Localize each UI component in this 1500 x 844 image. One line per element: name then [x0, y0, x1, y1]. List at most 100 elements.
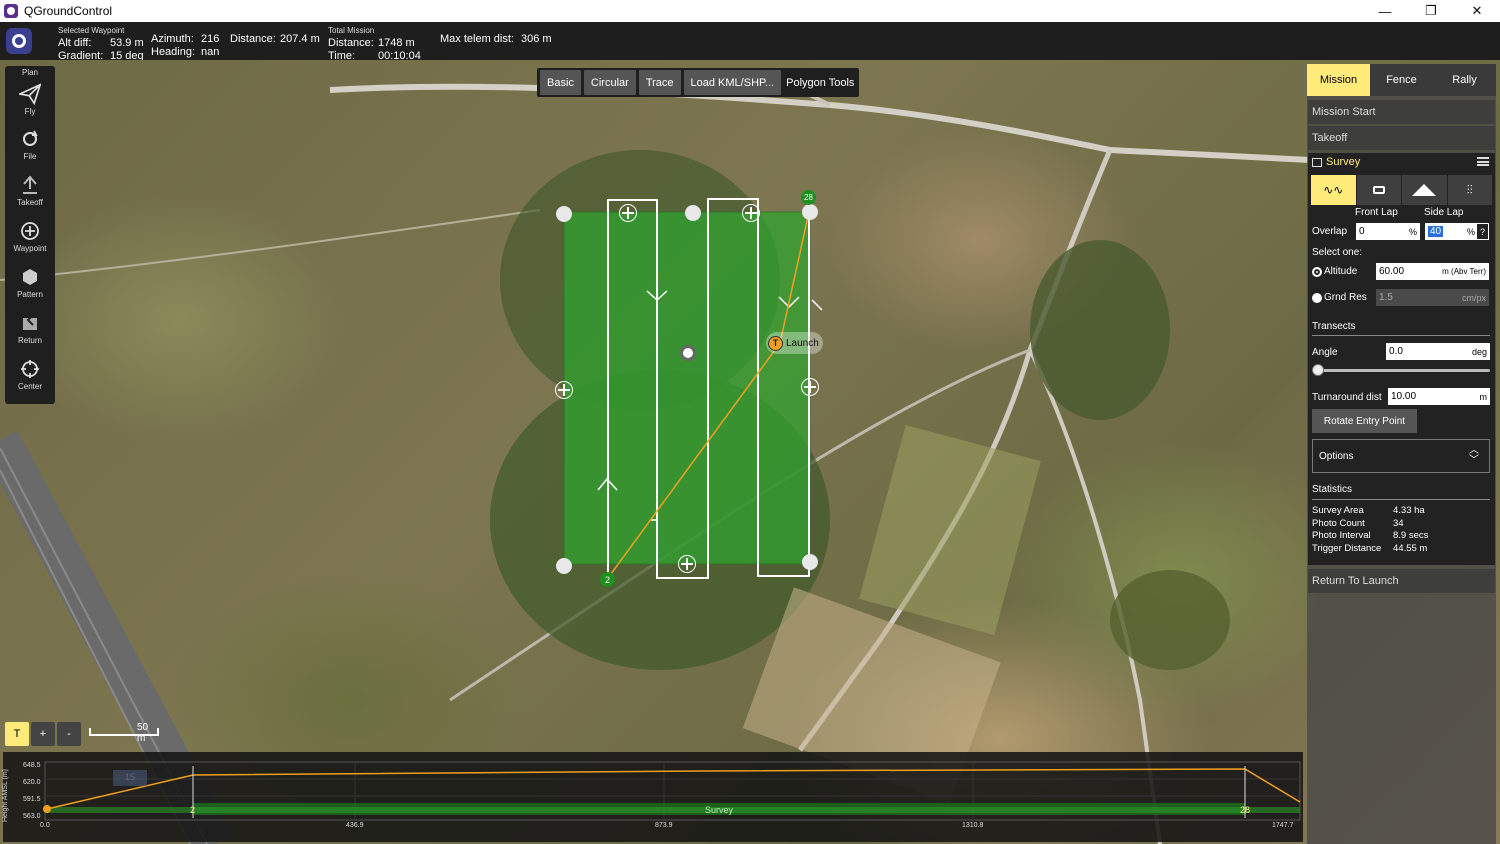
grnd-res-radio[interactable]: Grnd Res [1312, 292, 1367, 303]
camera-tab[interactable] [1356, 175, 1401, 205]
max-telem-label: Max telem dist: [440, 33, 514, 45]
elevation-wp-end: 28 [1240, 805, 1251, 815]
front-lap-input[interactable]: 0 % [1356, 223, 1420, 240]
launch-marker[interactable]: T Launch [766, 332, 823, 354]
tab-mission[interactable]: Mission [1307, 64, 1370, 96]
survey-item-editor: Survey ∿∿ ⫶⫶ Front Lap Side Lap Overlap … [1308, 153, 1495, 565]
close-button[interactable]: ✕ [1454, 0, 1500, 22]
mission-editor-panel: Mission Fence Rally Mission Start Takeof… [1307, 64, 1496, 844]
map-scale-bar: 50 m [89, 722, 159, 744]
crosshair-icon [19, 358, 41, 380]
map-view[interactable]: 2 28 T Launch 50 m [0, 60, 1500, 844]
basic-polygon-button[interactable]: Basic [540, 70, 581, 95]
edge-split-icon[interactable] [801, 378, 819, 396]
angle-input[interactable]: 0.0 deg [1386, 343, 1490, 360]
polygon-vertex-handle[interactable] [556, 206, 572, 222]
heading-value: nan [201, 46, 220, 58]
tab-rally[interactable]: Rally [1433, 64, 1496, 96]
terrain-toggle-button[interactable]: T [5, 722, 29, 746]
grnd-res-input[interactable]: 1.5 cm/px [1376, 289, 1489, 306]
edge-split-icon[interactable] [555, 381, 573, 399]
x-tick: 1310.8 [962, 822, 984, 829]
minimize-button[interactable]: — [1362, 0, 1408, 22]
select-one-label: Select one: [1312, 247, 1363, 258]
sliders-icon: ⫶⫶ [1466, 182, 1473, 197]
elevation-wp-start: 2 [190, 805, 196, 815]
polygon-vertex-handle[interactable] [556, 558, 572, 574]
statistics-divider [1312, 499, 1490, 500]
edge-split-icon[interactable] [619, 204, 637, 222]
side-lap-input[interactable]: 40 % ? [1425, 223, 1489, 240]
altitude-input[interactable]: 60.00 m (Abv Terr) [1376, 263, 1489, 280]
angle-label: Angle [1312, 347, 1338, 358]
help-button[interactable]: ? [1477, 224, 1488, 239]
pattern-icon [19, 266, 41, 288]
altitude-radio[interactable]: Altitude [1312, 266, 1357, 277]
tool-file[interactable]: File [5, 121, 55, 167]
tool-waypoint-label: Waypoint [13, 243, 47, 253]
options-dropdown[interactable]: Options ︿ ﹀ [1312, 439, 1490, 473]
azimuth-label: Azimuth: [151, 33, 194, 45]
transect-pattern-icon: ∿∿ [1323, 183, 1344, 197]
circular-polygon-button[interactable]: Circular [583, 70, 636, 95]
altitude-label: Altitude [1324, 266, 1358, 277]
transects-header: Transects [1312, 321, 1356, 332]
map-zoom-controls: T + - [5, 722, 81, 746]
tool-takeoff-label: Takeoff [17, 197, 43, 207]
survey-icon [1312, 157, 1322, 167]
polygon-vertex-handle[interactable] [802, 554, 818, 570]
tool-fly[interactable]: Fly [5, 77, 55, 121]
map-roads [0, 68, 1311, 844]
edge-split-icon[interactable] [742, 204, 760, 222]
waypoint-end-marker[interactable]: 28 [801, 190, 816, 205]
grid-tab[interactable]: ∿∿ [1311, 175, 1356, 205]
return-to-launch-item[interactable]: Return To Launch [1308, 569, 1495, 593]
hamburger-menu-icon[interactable] [1477, 157, 1489, 166]
tab-fence[interactable]: Fence [1370, 64, 1433, 96]
tool-waypoint[interactable]: Waypoint [5, 213, 55, 259]
settings-tab[interactable]: ⫶⫶ [1447, 175, 1492, 205]
turnaround-input[interactable]: 10.00 m [1388, 388, 1490, 405]
overlap-label: Overlap [1312, 226, 1348, 237]
tool-return-label: Return [17, 335, 42, 345]
tool-pattern[interactable]: Pattern [5, 259, 55, 305]
edge-split-icon[interactable] [678, 555, 696, 573]
terrain-tab[interactable] [1402, 175, 1447, 205]
load-kml-button[interactable]: Load KML/SHP... [683, 70, 782, 95]
distance-value: 207.4 m [280, 33, 320, 45]
survey-header[interactable]: Survey [1308, 153, 1495, 171]
tool-return[interactable]: Return [5, 305, 55, 351]
stat-value: 44.55 m [1393, 542, 1428, 554]
zoom-in-button[interactable]: + [31, 722, 55, 746]
qgc-app-icon [4, 4, 18, 18]
x-tick: 436.9 [346, 822, 364, 829]
turnaround-label: Turnaround dist [1312, 392, 1382, 403]
mission-start-item[interactable]: Mission Start [1308, 100, 1495, 124]
takeoff-item[interactable]: Takeoff [1308, 126, 1495, 150]
terrain-profile[interactable]: Height AMSL (m) 648.5 620.0 591.5 563.0 … [2, 752, 1303, 842]
window-title: QGroundControl [24, 4, 113, 18]
qgc-logo-icon[interactable] [6, 28, 32, 54]
polygon-vertex-handle[interactable] [802, 204, 818, 220]
tool-takeoff[interactable]: Takeoff [5, 167, 55, 213]
trace-polygon-button[interactable]: Trace [638, 70, 681, 95]
rotate-entry-point-button[interactable]: Rotate Entry Point [1312, 409, 1417, 433]
angle-slider[interactable] [1312, 363, 1490, 377]
angle-slider-handle[interactable] [1312, 364, 1324, 376]
takeoff-icon [19, 174, 41, 196]
polygon-center-drag-icon[interactable] [680, 345, 696, 361]
front-lap-value: 0 [1359, 226, 1365, 237]
mountain-icon [1412, 184, 1437, 196]
waypoint-start-marker[interactable]: 2 [600, 572, 615, 587]
azimuth-stats: Azimuth: 216 Heading: nan [151, 33, 231, 59]
stat-value: 34 [1393, 517, 1404, 529]
tool-center[interactable]: Center [5, 351, 55, 397]
total-distance-value: 1748 m [378, 37, 415, 49]
grnd-res-radio-dot [1312, 292, 1322, 303]
polygon-tools-label: Polygon Tools [786, 76, 855, 89]
total-mission-stats: Total Mission Distance: 1748 m Time: 00:10… [328, 24, 438, 63]
polygon-vertex-handle[interactable] [685, 205, 701, 221]
maximize-button[interactable]: ❐ [1408, 0, 1454, 22]
zoom-out-button[interactable]: - [57, 722, 81, 746]
plan-tool-strip: Plan Fly File Takeoff Waypoint Pattern R… [5, 66, 55, 404]
